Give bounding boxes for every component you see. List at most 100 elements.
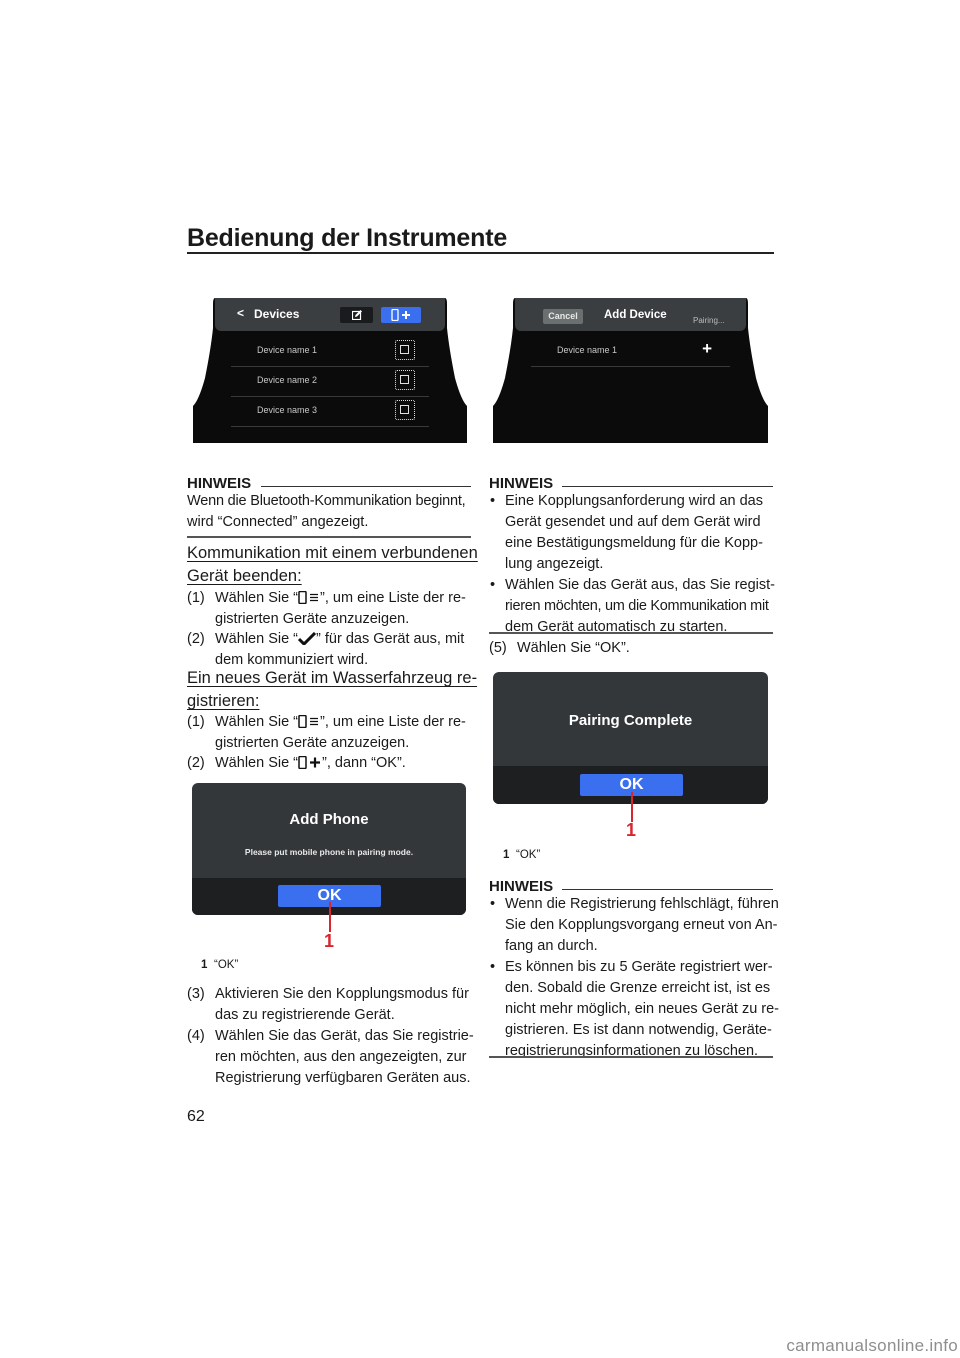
device-connect-icon[interactable] [395,340,415,360]
device-connect-icon[interactable] [395,370,415,390]
step-number: (1) [187,590,205,606]
step-number: (1) [187,714,205,730]
add-device-title: Add Device [604,309,667,321]
device-row[interactable]: Device name 1 [231,336,429,367]
hinweis-end-rule [489,1056,773,1058]
bullet-line: Eine Kopplungsanforderung wird an das [505,493,763,509]
watermark[interactable]: carmanualsonline.info [786,1336,958,1356]
dialog-message: Please put mobile phone in pairing mode. [244,847,414,857]
callout-line [329,902,331,932]
callout-line [631,792,633,822]
callout-number: 1 [324,931,335,951]
phone-list-icon [298,591,319,604]
caption-text: “OK” [214,959,239,971]
device-row[interactable]: Device name 1 + [531,336,730,367]
device-name: Device name 1 [257,345,318,355]
hinweis-line: wird “Connected” angezeigt. [187,514,369,530]
bullet-line: Es können bis zu 5 Geräte registriert we… [505,959,773,975]
device-row[interactable]: Device name 3 [231,396,429,427]
step-number: (5) [489,640,507,656]
section-heading: Kommunikation mit einem verbundenen [187,544,478,562]
add-pair-icon[interactable]: + [702,339,712,359]
title-rule [187,252,774,254]
phone-list-icon [298,715,319,728]
step-cont: gistrierten Geräte anzuzeigen. [215,611,410,627]
hinweis-line: Wenn die Bluetooth-Kommunikation beginnt… [187,493,466,509]
step-text: Wählen Sie “ [215,631,299,647]
bullet-line: rieren möchten, um die Kommunikation mit [505,598,769,614]
cancel-button[interactable]: Cancel [543,309,583,324]
step-cont: gistrierten Geräte anzuzeigen. [215,735,410,751]
step-text: Wählen Sie “ [215,755,299,771]
step-cont: ren möchten, aus den angezeigten, zur [215,1049,467,1065]
page-number: 62 [187,1108,205,1125]
devices-header: < Devices [215,298,445,331]
section-heading: Ein neues Gerät im Wasserfahrzeug re- [187,669,478,687]
bullet-line: fang an durch. [505,938,598,954]
step-text: Wählen Sie “ [215,590,299,606]
cancel-label: Cancel [548,311,578,321]
add-device-header: Cancel Add Device Pairing... [515,298,746,331]
page-title: Bedienung der Instrumente [187,224,508,252]
bullet-line: nicht mehr möglich, ein neues Gerät zu r… [505,1001,780,1017]
hinweis-rule [261,486,471,487]
bullet-line: eine Bestätigungsmeldung für die Kopp- [505,535,763,551]
bullet-line: gistrieren. Es ist dann notwendig, Gerät… [505,1022,772,1038]
caption-number: 1 [201,959,208,971]
hinweis-end-rule [489,632,773,634]
bullet-line: Sie den Kopplungsvorgang erneut von An- [505,917,778,933]
pairing-complete-dialog: Pairing Complete OK [493,672,768,804]
hinweis-rule [562,486,773,487]
step-text: ”, dann “OK”. [322,755,406,771]
bullet-dot: • [490,896,496,912]
add-device-screen: Cancel Add Device Pairing... Device name… [493,298,768,443]
caption-number: 1 [503,849,510,861]
bullet-line: Wählen Sie das Gerät aus, das Sie regist… [505,577,775,593]
step-cont: das zu registrierende Gerät. [215,1007,395,1023]
step-number: (2) [187,755,205,771]
add-phone-dialog: Add Phone Please put mobile phone in pai… [192,783,466,915]
bullet-line: lung angezeigt. [505,556,604,572]
bullet-line: dem Gerät automatisch zu starten. [505,619,728,635]
device-name: Device name 2 [257,375,318,385]
device-name: Device name 3 [257,405,318,415]
device-row[interactable]: Device name 2 [231,366,429,397]
bullet-dot: • [490,577,496,593]
dialog-title: Pairing Complete [568,712,693,729]
bullet-line: den. Sobald die Grenze erreicht ist, ist… [505,980,771,996]
hinweis-end-rule [187,536,471,538]
pairing-status: Pairing... [693,316,725,325]
step-text: ”, um eine Liste der re- [320,714,466,730]
step-number: (2) [187,631,205,647]
checkmark-icon [298,632,317,645]
step-cont: Registrierung verfügbaren Geräten aus. [215,1070,471,1086]
edit-icon [352,310,362,320]
callout-number: 1 [626,820,637,840]
step-text: ”, um eine Liste der re- [320,590,466,606]
caption-text: “OK” [516,849,541,861]
step-text: Wählen Sie das Gerät, das Sie registrie- [215,1028,474,1044]
back-button[interactable]: < [237,306,244,320]
phone-add-icon [298,756,321,769]
step-number: (4) [187,1028,205,1044]
hinweis-rule [562,889,773,890]
device-name: Device name 1 [557,345,618,355]
bullet-line: registrierungsinformationen zu löschen. [505,1043,759,1059]
devices-title: Devices [254,307,300,321]
step-text: ” für das Gerät aus, mit [316,631,465,647]
bullet-line: Gerät gesendet und auf dem Gerät wird [505,514,761,530]
bullet-dot: • [490,493,496,509]
add-device-button[interactable] [381,307,421,323]
step-text: Wählen Sie “ [215,714,299,730]
step-text: Aktivieren Sie den Kopplungsmodus für [215,986,469,1002]
device-connect-icon[interactable] [395,400,415,420]
section-heading: gistrieren: [187,692,260,710]
devices-screen: < Devices Device name 1 Device name 2 De… [193,298,467,443]
edit-button[interactable] [340,307,373,323]
step-number: (3) [187,986,205,1002]
bullet-dot: • [490,959,496,975]
step-text: Wählen Sie “OK”. [517,640,630,656]
section-heading: Gerät beenden: [187,567,302,585]
bullet-line: Wenn die Registrierung fehlschlägt, führ… [505,896,779,912]
dialog-title: Add Phone [289,811,369,828]
